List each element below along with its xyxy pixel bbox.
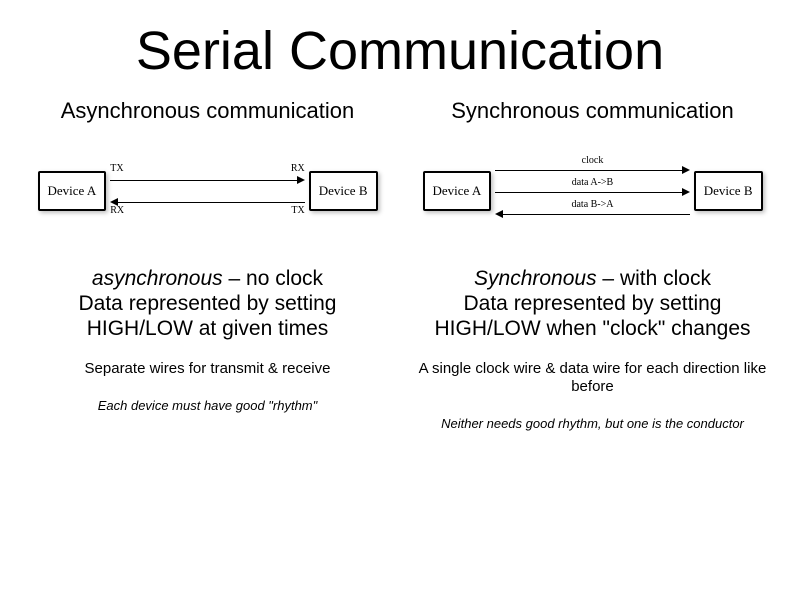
column-sync: Synchronous communication Device A clock… xyxy=(415,98,770,431)
sync-device-b: Device B xyxy=(694,171,763,211)
label-rx-bottom: RX xyxy=(110,206,124,216)
async-note2: Each device must have good "rhythm" xyxy=(98,398,318,414)
sync-desc-line2: Data represented by setting HIGH/LOW whe… xyxy=(434,292,750,340)
async-desc-line2: Data represented by setting HIGH/LOW at … xyxy=(79,292,337,340)
label-clock: clock xyxy=(582,156,604,166)
sync-note1: A single clock wire & data wire for each… xyxy=(415,360,770,396)
label-tx-bottom: TX xyxy=(291,206,304,216)
sync-desc-rest: – with clock xyxy=(597,267,711,290)
async-desc-em: asynchronous xyxy=(92,267,223,290)
arrow-right-icon xyxy=(297,176,305,184)
arrow-line-icon xyxy=(503,214,690,215)
columns: Asynchronous communication Device A TX R… xyxy=(30,98,770,431)
async-note1: Separate wires for transmit & receive xyxy=(85,360,331,378)
sync-heading: Synchronous communication xyxy=(451,98,733,124)
async-diagram: Device A TX RX RX TX Device B xyxy=(38,146,378,236)
sync-note2: Neither needs good rhythm, but one is th… xyxy=(441,416,744,432)
arrow-right-icon xyxy=(682,166,690,174)
arrow-line-icon xyxy=(495,170,682,171)
label-data-ba: data B->A xyxy=(571,200,613,210)
slide-title: Serial Communication xyxy=(30,20,770,82)
async-device-a: Device A xyxy=(38,171,107,211)
sync-device-a: Device A xyxy=(423,171,492,211)
column-async: Asynchronous communication Device A TX R… xyxy=(30,98,385,431)
label-tx-top: TX xyxy=(110,164,123,174)
arrow-left-icon xyxy=(110,198,118,206)
arrow-line-icon xyxy=(495,192,682,193)
label-data-ab: data A->B xyxy=(572,178,613,188)
async-desc-rest: – no clock xyxy=(223,267,323,290)
arrow-right-icon xyxy=(682,188,690,196)
slide: Serial Communication Asynchronous commun… xyxy=(0,0,800,600)
label-rx-top: RX xyxy=(291,164,305,174)
async-device-b: Device B xyxy=(309,171,378,211)
async-description: asynchronous – no clock Data represented… xyxy=(30,266,385,342)
sync-desc-em: Synchronous xyxy=(474,267,597,290)
arrow-line-icon xyxy=(110,180,297,181)
async-heading: Asynchronous communication xyxy=(61,98,354,124)
async-wires: TX RX RX TX xyxy=(106,146,309,236)
arrow-left-icon xyxy=(495,210,503,218)
sync-description: Synchronous – with clock Data represente… xyxy=(415,266,770,342)
sync-diagram: Device A clock data A->B data B->A Devic… xyxy=(423,146,763,236)
sync-wires: clock data A->B data B->A xyxy=(491,146,694,236)
arrow-line-icon xyxy=(118,202,305,203)
